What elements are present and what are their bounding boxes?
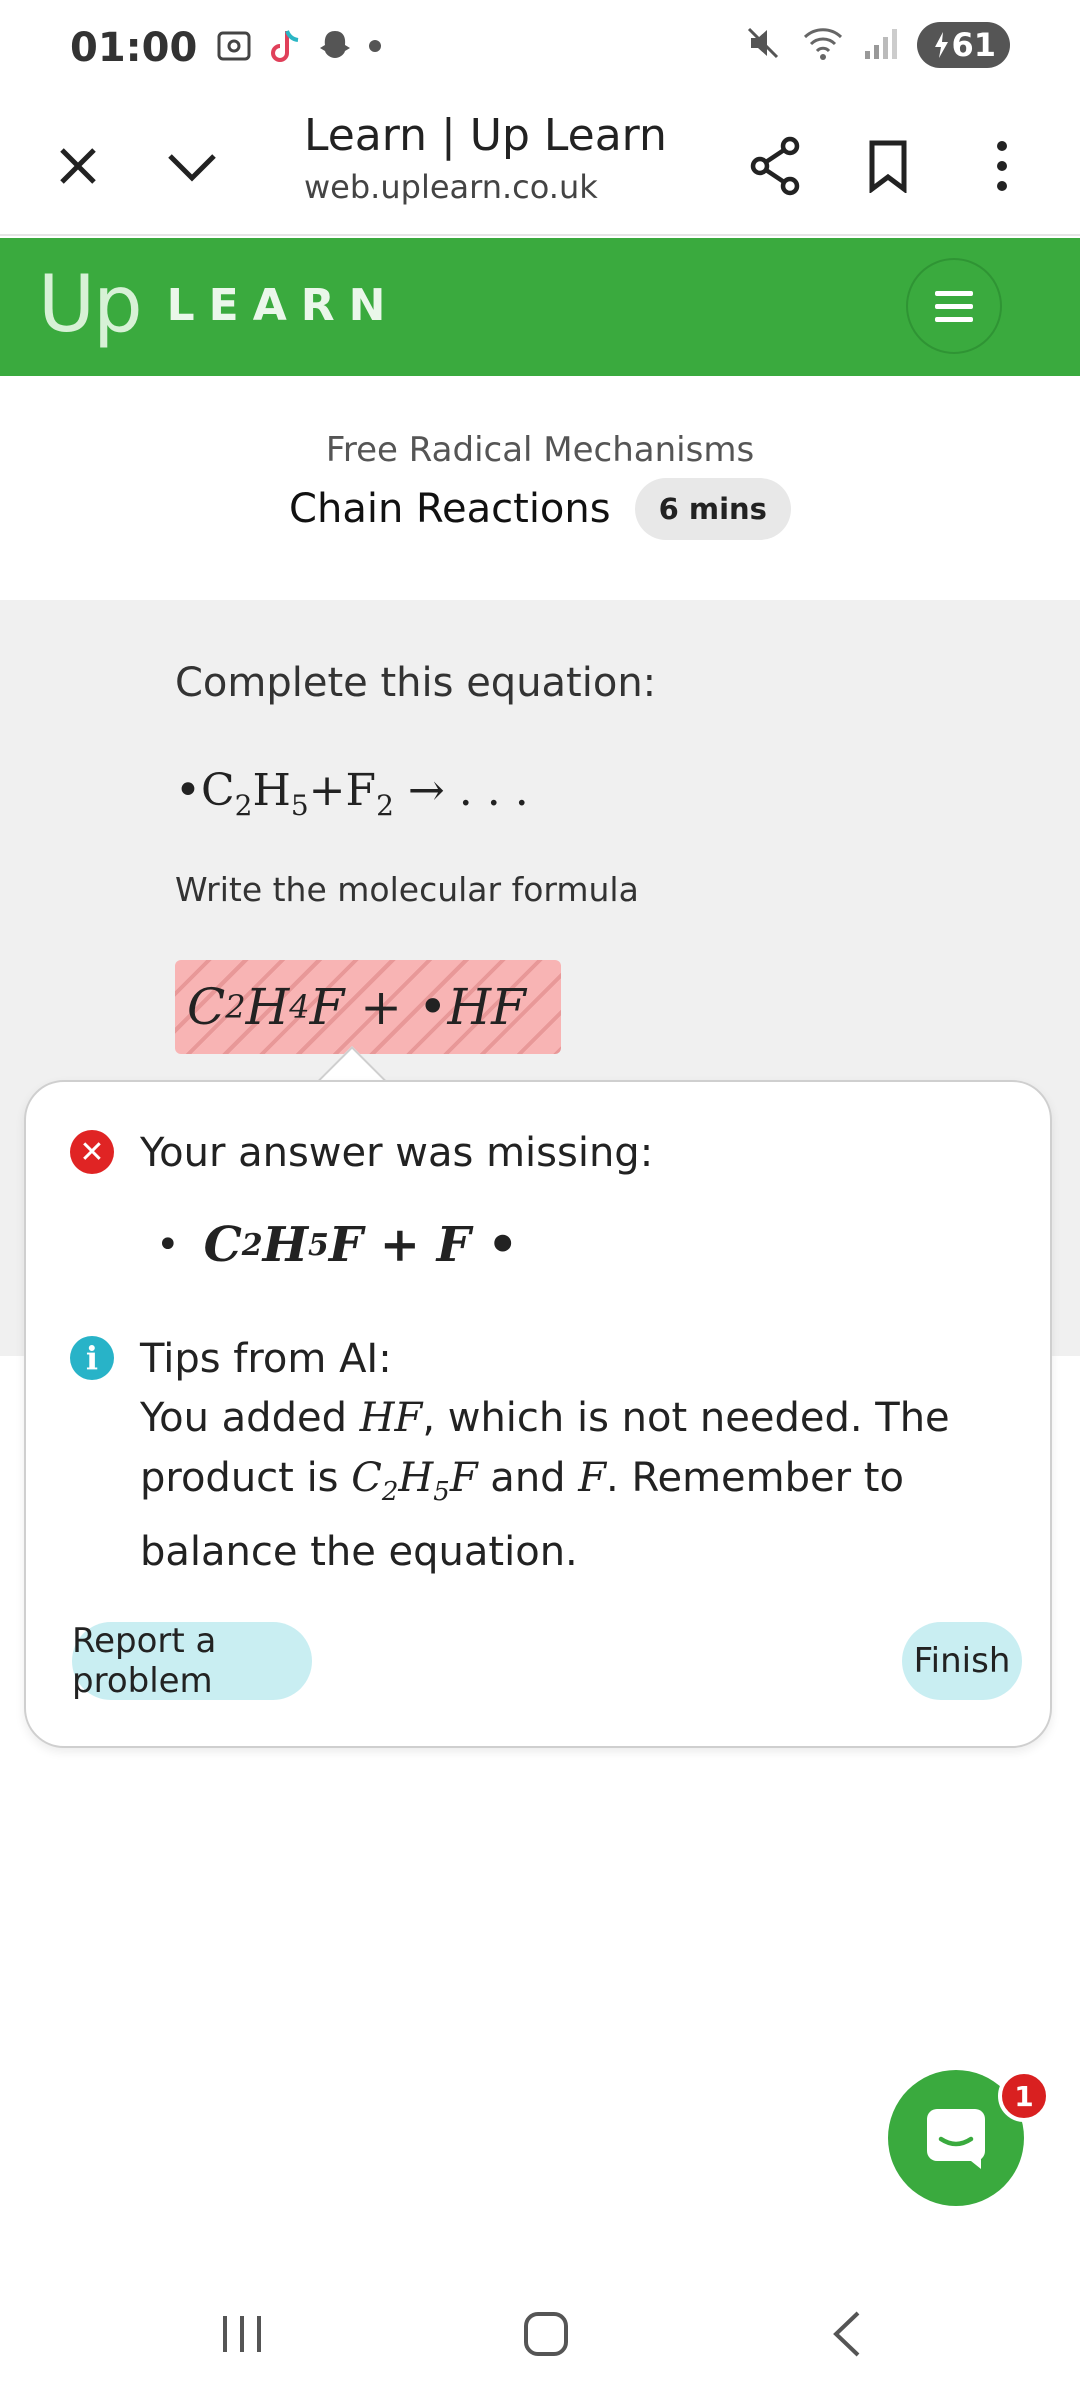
logo-learn-text: LEARN (166, 279, 400, 331)
up-learn-logo[interactable]: Up LEARN (38, 260, 399, 350)
bookmark-icon (869, 140, 907, 193)
share-button[interactable] (736, 126, 816, 206)
lesson-subtitle: Free Radical Mechanisms (325, 430, 755, 470)
tiktok-icon (267, 27, 303, 69)
more-options-button[interactable] (962, 126, 1042, 206)
question-equation: •C2H5+F2 → . . . (175, 765, 529, 822)
missing-answer-item: • C 2 H 5 F + F • (156, 1217, 519, 1273)
lesson-title: Chain Reactions (289, 486, 611, 532)
bookmark-button[interactable] (848, 126, 928, 206)
hamburger-menu-button[interactable] (906, 258, 1002, 354)
browser-toolbar: Learn | Up Learn web.uplearn.co.uk (0, 96, 1080, 236)
finish-button[interactable]: Finish (902, 1622, 1022, 1700)
back-button[interactable] (786, 2294, 906, 2374)
recent-apps-button[interactable] (182, 2294, 302, 2374)
report-problem-button[interactable]: Report a problem (72, 1621, 312, 1701)
signal-icon (863, 23, 899, 67)
status-bar: 01:00 61 (0, 0, 1080, 96)
screenshot-icon (215, 27, 253, 69)
close-icon (60, 148, 96, 184)
missing-label: Your answer was missing: (140, 1130, 654, 1176)
battery-level: 61 (951, 26, 996, 64)
site-header: Up LEARN (0, 238, 1080, 376)
notification-icons (215, 27, 383, 69)
logo-up-text: Up (38, 260, 143, 350)
more-vertical-icon (997, 141, 1007, 191)
share-icon (750, 136, 800, 196)
info-icon: i (70, 1336, 114, 1380)
back-chevron-icon (833, 2311, 860, 2357)
chat-icon (927, 2109, 985, 2169)
feedback-popup: ✕ Your answer was missing: • C 2 H 5 F + F • … (24, 1080, 1052, 1748)
error-icon: ✕ (70, 1130, 114, 1174)
mute-icon (743, 23, 783, 67)
home-icon (524, 2312, 568, 2356)
answer-instruction: Write the molecular formula (175, 870, 639, 909)
wifi-icon (801, 23, 845, 67)
question-prompt: Complete this equation: (175, 660, 657, 706)
tips-title: Tips from AI: (140, 1336, 392, 1382)
tips-text: You added HF, which is not needed. The p… (140, 1395, 950, 1575)
incorrect-answer-input[interactable]: C2H4F + •HF (175, 960, 561, 1054)
home-button[interactable] (486, 2294, 606, 2374)
snapchat-icon (317, 27, 353, 69)
page-url[interactable]: web.uplearn.co.uk (304, 168, 598, 206)
lesson-heading: Chain Reactions 6 mins (0, 478, 1080, 540)
page-title: Learn | Up Learn (304, 110, 667, 161)
status-time: 01:00 (70, 25, 198, 71)
recent-apps-icon (223, 2316, 261, 2352)
duration-badge: 6 mins (634, 478, 791, 540)
hamburger-icon (935, 290, 973, 296)
close-tab-button[interactable] (38, 126, 118, 206)
chat-unread-badge: 1 (998, 2070, 1050, 2122)
more-notifications-dot-icon (367, 38, 383, 58)
battery-indicator: 61 (917, 22, 1010, 68)
minimize-button[interactable] (152, 126, 232, 206)
system-status-icons: 61 (743, 22, 1010, 68)
chevron-down-icon (168, 154, 216, 182)
system-navigation-bar (0, 2264, 1080, 2400)
